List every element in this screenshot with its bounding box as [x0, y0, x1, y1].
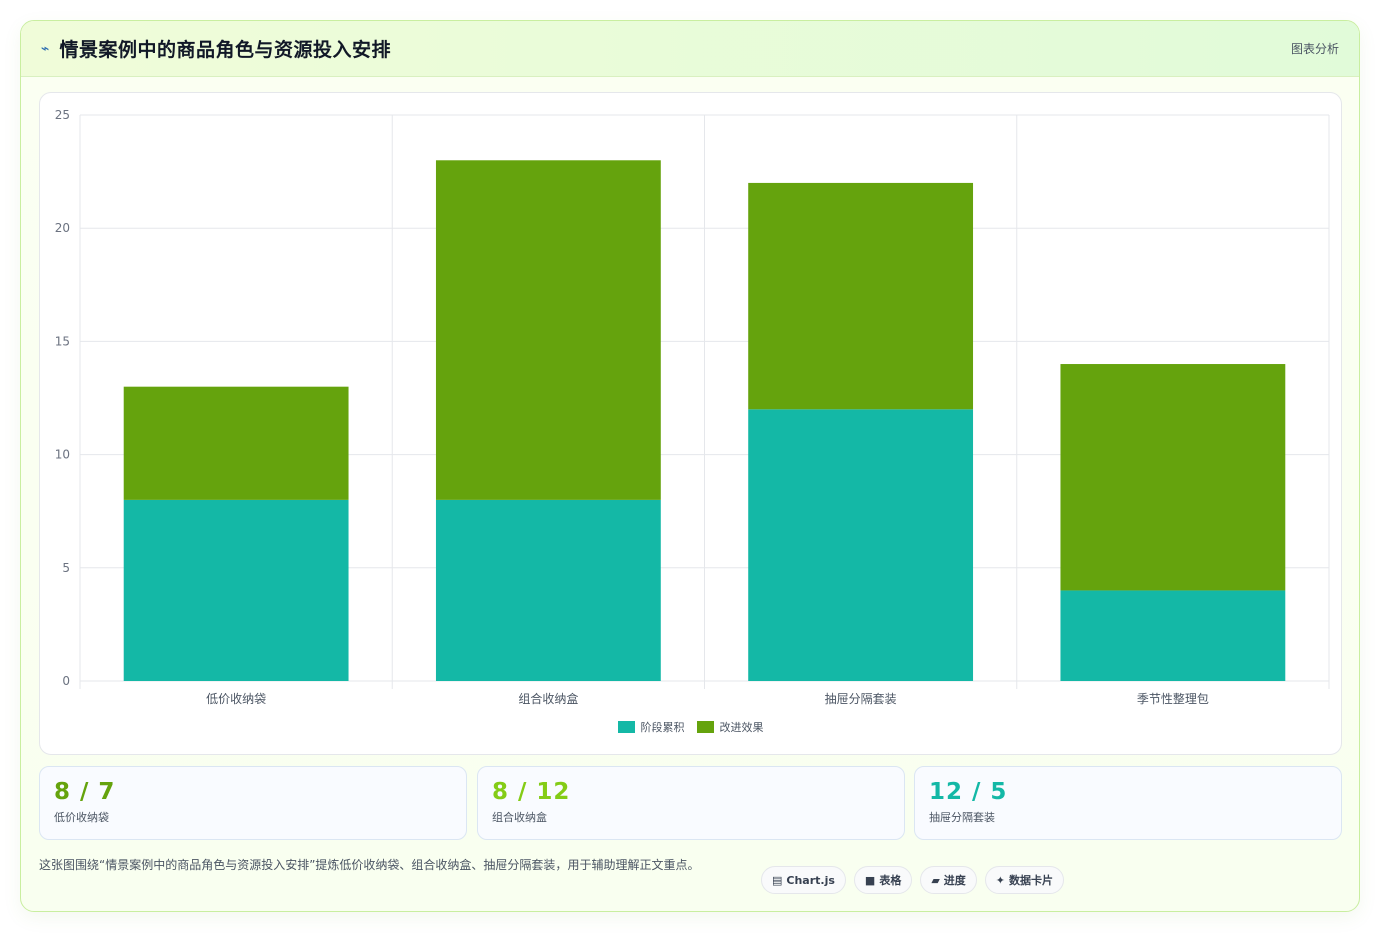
chart-card: ⌁ 情景案例中的商品角色与资源投入安排 图表分析 0 5 10 15 20 25 低价收纳袋… — [20, 20, 1360, 912]
pill-progress[interactable]: ▰ 进度 — [920, 866, 977, 894]
bar-segment — [123, 386, 349, 500]
legend-item[interactable]: 阶段累积 — [617, 719, 685, 735]
pill-chartjs[interactable]: ▤ Chart.js — [761, 866, 846, 894]
pill-label: Chart.js — [786, 873, 835, 887]
progress-icon: ▰ — [931, 873, 940, 887]
feature-pills: ▤ Chart.js ■ 表格 ▰ 进度 ✦ 数据卡片 — [761, 866, 1065, 894]
legend-swatch — [696, 721, 714, 733]
card-header: ⌁ 情景案例中的商品角色与资源投入安排 图表分析 — [21, 21, 1359, 77]
legend-item[interactable]: 改进效果 — [696, 719, 764, 735]
pill-label: 数据卡片 — [1009, 874, 1054, 887]
pill-label: 表格 — [879, 874, 902, 887]
chart-title: 情景案例中的商品角色与资源投入安排 — [59, 39, 391, 61]
stat-card: 12 / 5 抽屉分隔套装 — [914, 766, 1342, 840]
header-badge: 图表分析 — [1290, 42, 1339, 56]
stat-label: 抽屉分隔套装 — [929, 811, 995, 824]
chart-icon: ▤ — [772, 873, 783, 887]
x-tick-label: 抽屉分隔套装 — [825, 692, 897, 706]
bar-chart: 0 5 10 15 20 25 低价收纳袋 组合收纳盒 抽屉分隔套装 季节性整理包 — [55, 108, 1330, 706]
bar-segment — [1060, 364, 1286, 591]
stat-value: 8 / 7 — [54, 779, 116, 805]
x-tick-label: 低价收纳袋 — [206, 692, 266, 706]
footnote: 这张图围绕“情景案例中的商品角色与资源投入安排”提炼低价收纳袋、组合收纳盒、抽屉… — [39, 858, 700, 872]
stat-label: 低价收纳袋 — [54, 811, 109, 824]
bar-segment — [1060, 590, 1286, 681]
table-icon: ■ — [864, 873, 876, 887]
y-tick-label: 25 — [55, 108, 70, 122]
pill-label: 进度 — [943, 874, 966, 887]
stat-card: 8 / 12 组合收纳盒 — [477, 766, 905, 840]
stat-label: 组合收纳盒 — [492, 811, 547, 824]
x-tick-label: 组合收纳盒 — [518, 691, 578, 706]
bar-segment — [435, 160, 661, 500]
y-tick-label: 5 — [62, 561, 70, 575]
y-tick-label: 10 — [55, 448, 70, 462]
y-tick-label: 0 — [62, 674, 70, 688]
stat-card: 8 / 7 低价收纳袋 — [39, 766, 467, 840]
bar-segment — [748, 182, 974, 410]
sparkle-icon: ✦ — [995, 873, 1006, 887]
y-tick-label: 20 — [55, 221, 70, 235]
y-tick-label: 15 — [55, 334, 70, 348]
stat-value: 8 / 12 — [492, 779, 571, 805]
chart-area: 0 5 10 15 20 25 低价收纳袋 组合收纳盒 抽屉分隔套装 季节性整理包 阶段累积 改进效… — [39, 92, 1342, 755]
bar-segment — [435, 499, 661, 681]
bar-segment — [123, 499, 349, 681]
title-wrap: ⌁ 情景案例中的商品角色与资源投入安排 — [41, 35, 391, 62]
legend-swatch — [617, 721, 635, 733]
stat-cards: 8 / 7 低价收纳袋 8 / 12 组合收纳盒 12 / 5 抽屉分隔套装 — [39, 766, 1342, 840]
sparkline-icon: ⌁ — [41, 40, 50, 57]
legend: 阶段累积 改进效果 — [40, 719, 1341, 735]
bar-segment — [748, 409, 974, 681]
pill-data-card[interactable]: ✦ 数据卡片 — [984, 866, 1065, 894]
pill-table[interactable]: ■ 表格 — [853, 866, 913, 894]
legend-label: 阶段累积 — [640, 721, 685, 734]
stat-value: 12 / 5 — [929, 779, 1008, 805]
x-tick-label: 季节性整理包 — [1137, 691, 1209, 706]
legend-label: 改进效果 — [719, 721, 764, 734]
